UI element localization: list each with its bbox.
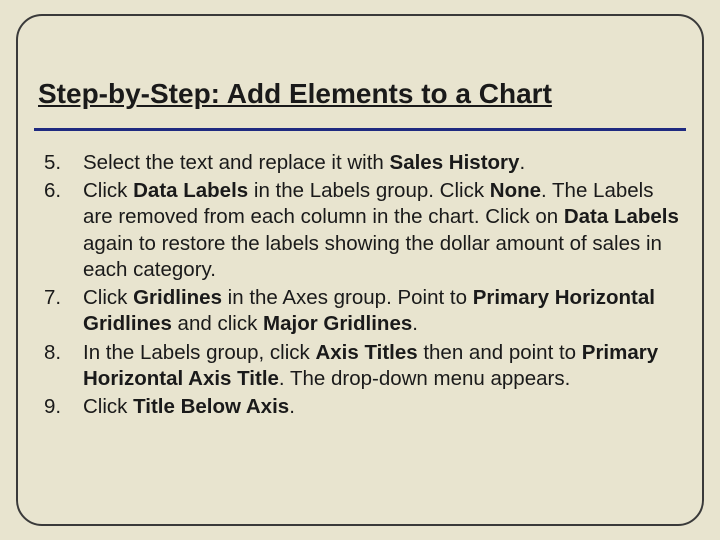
step-item: In the Labels group, click Axis Titles t… (38, 340, 682, 392)
step-text: then and point to (418, 341, 582, 364)
step-text: Click (83, 395, 133, 418)
step-text-bold: Axis Titles (315, 341, 417, 364)
step-text: . (412, 312, 418, 335)
step-text: Click (83, 286, 133, 309)
step-text-bold: Sales History (390, 151, 520, 174)
step-item: Click Title Below Axis. (38, 394, 682, 420)
step-item: Click Data Labels in the Labels group. C… (38, 178, 682, 283)
step-text: and click (172, 312, 263, 335)
step-text-bold: Data Labels (564, 205, 679, 228)
step-text-bold: Gridlines (133, 286, 222, 309)
step-text-bold: Major Gridlines (263, 312, 412, 335)
step-item: Select the text and replace it with Sale… (38, 150, 682, 176)
divider (34, 128, 686, 131)
step-list-container: Select the text and replace it with Sale… (38, 150, 682, 422)
step-text-bold: Title Below Axis (133, 395, 289, 418)
step-text: again to restore the labels showing the … (83, 232, 662, 281)
step-text-bold: Data Labels (133, 179, 248, 202)
slide: Step-by-Step: Add Elements to a Chart Se… (0, 0, 720, 540)
step-item: Click Gridlines in the Axes group. Point… (38, 285, 682, 337)
step-text: In the Labels group, click (83, 341, 315, 364)
step-text: . The drop-down menu appears. (279, 367, 570, 390)
step-text: Click (83, 179, 133, 202)
step-list: Select the text and replace it with Sale… (38, 150, 682, 420)
step-text: Select the text and replace it with (83, 151, 390, 174)
step-text: in the Labels group. Click (248, 179, 490, 202)
step-text: . (519, 151, 525, 174)
step-text: in the Axes group. Point to (222, 286, 473, 309)
slide-heading: Step-by-Step: Add Elements to a Chart (38, 78, 682, 110)
step-text-bold: None (490, 179, 541, 202)
step-text: . (289, 395, 295, 418)
